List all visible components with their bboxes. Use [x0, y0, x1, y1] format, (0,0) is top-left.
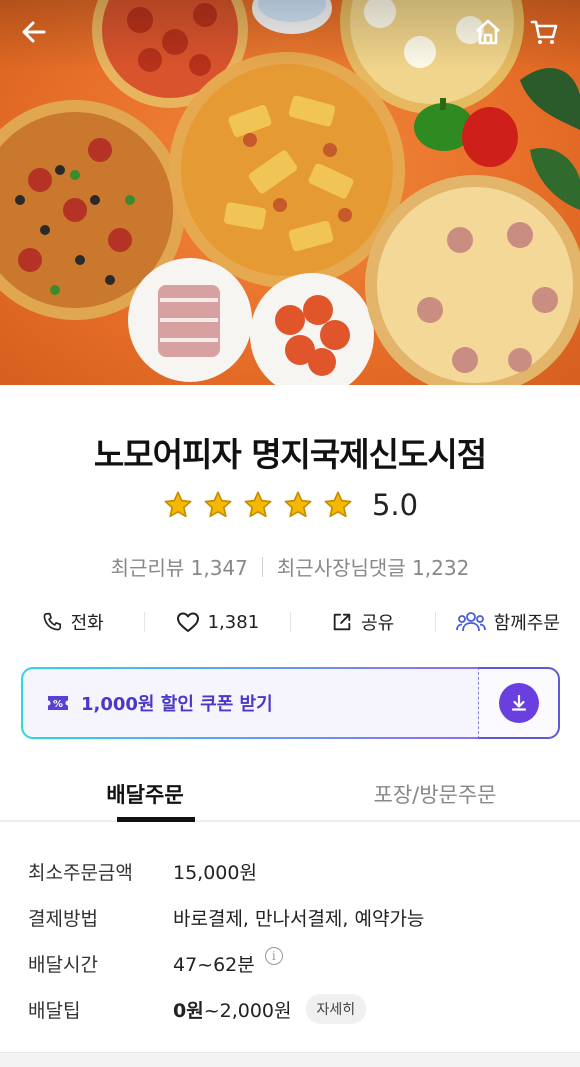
delivery-time-value: 47~62분	[173, 953, 255, 976]
divider	[261, 556, 263, 577]
info-row-min-order: 최소주문금액 15,000원	[28, 848, 568, 894]
info-key: 최소주문금액	[28, 861, 133, 884]
share-label: 공유	[361, 613, 395, 634]
coupon-main: % 1,000원 할인 쿠폰 받기	[21, 667, 478, 739]
svg-text:%: %	[53, 699, 63, 710]
home-icon	[476, 19, 500, 45]
active-tab-indicator	[117, 817, 195, 822]
rating-score: 5.0	[371, 488, 419, 522]
like-count: 1,381	[207, 611, 260, 633]
coupon-banner[interactable]: % 1,000원 할인 쿠폰 받기	[21, 667, 560, 739]
info-value: 15,000원	[173, 861, 257, 884]
info-value: 0원~2,000원 자세히	[173, 994, 367, 1024]
cart-icon	[530, 20, 558, 44]
coupon-text: 1,000원 할인 쿠폰 받기	[81, 694, 273, 715]
star-icon	[244, 491, 272, 518]
tip-range: ~2,000원	[203, 999, 292, 1022]
store-rating: 5.0	[0, 488, 580, 522]
star-icon	[164, 491, 192, 518]
info-row-payment: 결제방법 바로결제, 만나서결제, 예약가능	[28, 894, 568, 940]
tip-min: 0원	[173, 999, 204, 1022]
tab-pickup[interactable]: 포장/방문주문	[290, 766, 580, 820]
share-button[interactable]: 공유	[291, 609, 435, 635]
store-hero-image	[0, 0, 580, 385]
info-value: 47~62분 i	[173, 947, 283, 977]
back-arrow-icon	[22, 21, 46, 43]
heart-icon	[176, 612, 199, 632]
like-button[interactable]: 1,381	[145, 611, 289, 633]
info-icon[interactable]: i	[264, 947, 283, 965]
coupon-download-button[interactable]	[498, 683, 539, 723]
star-icon	[324, 491, 352, 518]
tab-label: 포장/방문주문	[373, 783, 497, 807]
info-key: 결제방법	[28, 907, 98, 930]
store-name: 노모어피자 명지국제신도시점	[93, 435, 487, 474]
star-icon	[204, 491, 232, 518]
group-icon	[455, 612, 486, 632]
recent-reviews-link[interactable]: 최근리뷰 1,347	[111, 552, 248, 581]
tab-delivery[interactable]: 배달주문	[0, 766, 290, 822]
group-order-label: 함께주문	[493, 613, 560, 634]
delivery-info: 최소주문금액 15,000원 결제방법 바로결제, 만나서결제, 예약가능 배달…	[28, 848, 568, 1032]
store-actions: 전화 1,381 공유 함께주문	[0, 600, 580, 644]
tab-label: 배달주문	[106, 783, 184, 807]
call-label: 전화	[70, 613, 104, 634]
tip-detail-button[interactable]: 자세히	[305, 994, 367, 1024]
share-icon	[333, 613, 351, 631]
coupon-icon: %	[48, 696, 68, 710]
info-row-delivery-time: 배달시간 47~62분 i	[28, 940, 568, 986]
coupon-download-area[interactable]	[478, 667, 560, 739]
star-icon	[284, 491, 312, 518]
download-icon	[511, 694, 526, 711]
section-divider	[0, 1052, 580, 1067]
info-key: 배달팁	[28, 999, 81, 1022]
call-button[interactable]: 전화	[0, 609, 144, 635]
info-key: 배달시간	[28, 953, 98, 976]
tip-value: 0원~2,000원	[173, 996, 292, 1023]
review-summary: 최근리뷰 1,347 최근사장님댓글 1,232	[0, 552, 580, 581]
order-type-tabs: 배달주문 포장/방문주문	[0, 766, 580, 822]
home-button[interactable]	[468, 12, 508, 52]
group-order-button[interactable]: 함께주문	[436, 609, 580, 635]
info-value: 바로결제, 만나서결제, 예약가능	[173, 907, 425, 930]
back-button[interactable]	[14, 12, 54, 52]
phone-icon	[43, 612, 61, 631]
pizza-photo	[0, 0, 580, 385]
info-row-delivery-tip: 배달팁 0원~2,000원 자세히	[28, 986, 568, 1032]
owner-replies-link[interactable]: 최근사장님댓글 1,232	[277, 552, 469, 581]
cart-button[interactable]	[524, 12, 564, 52]
